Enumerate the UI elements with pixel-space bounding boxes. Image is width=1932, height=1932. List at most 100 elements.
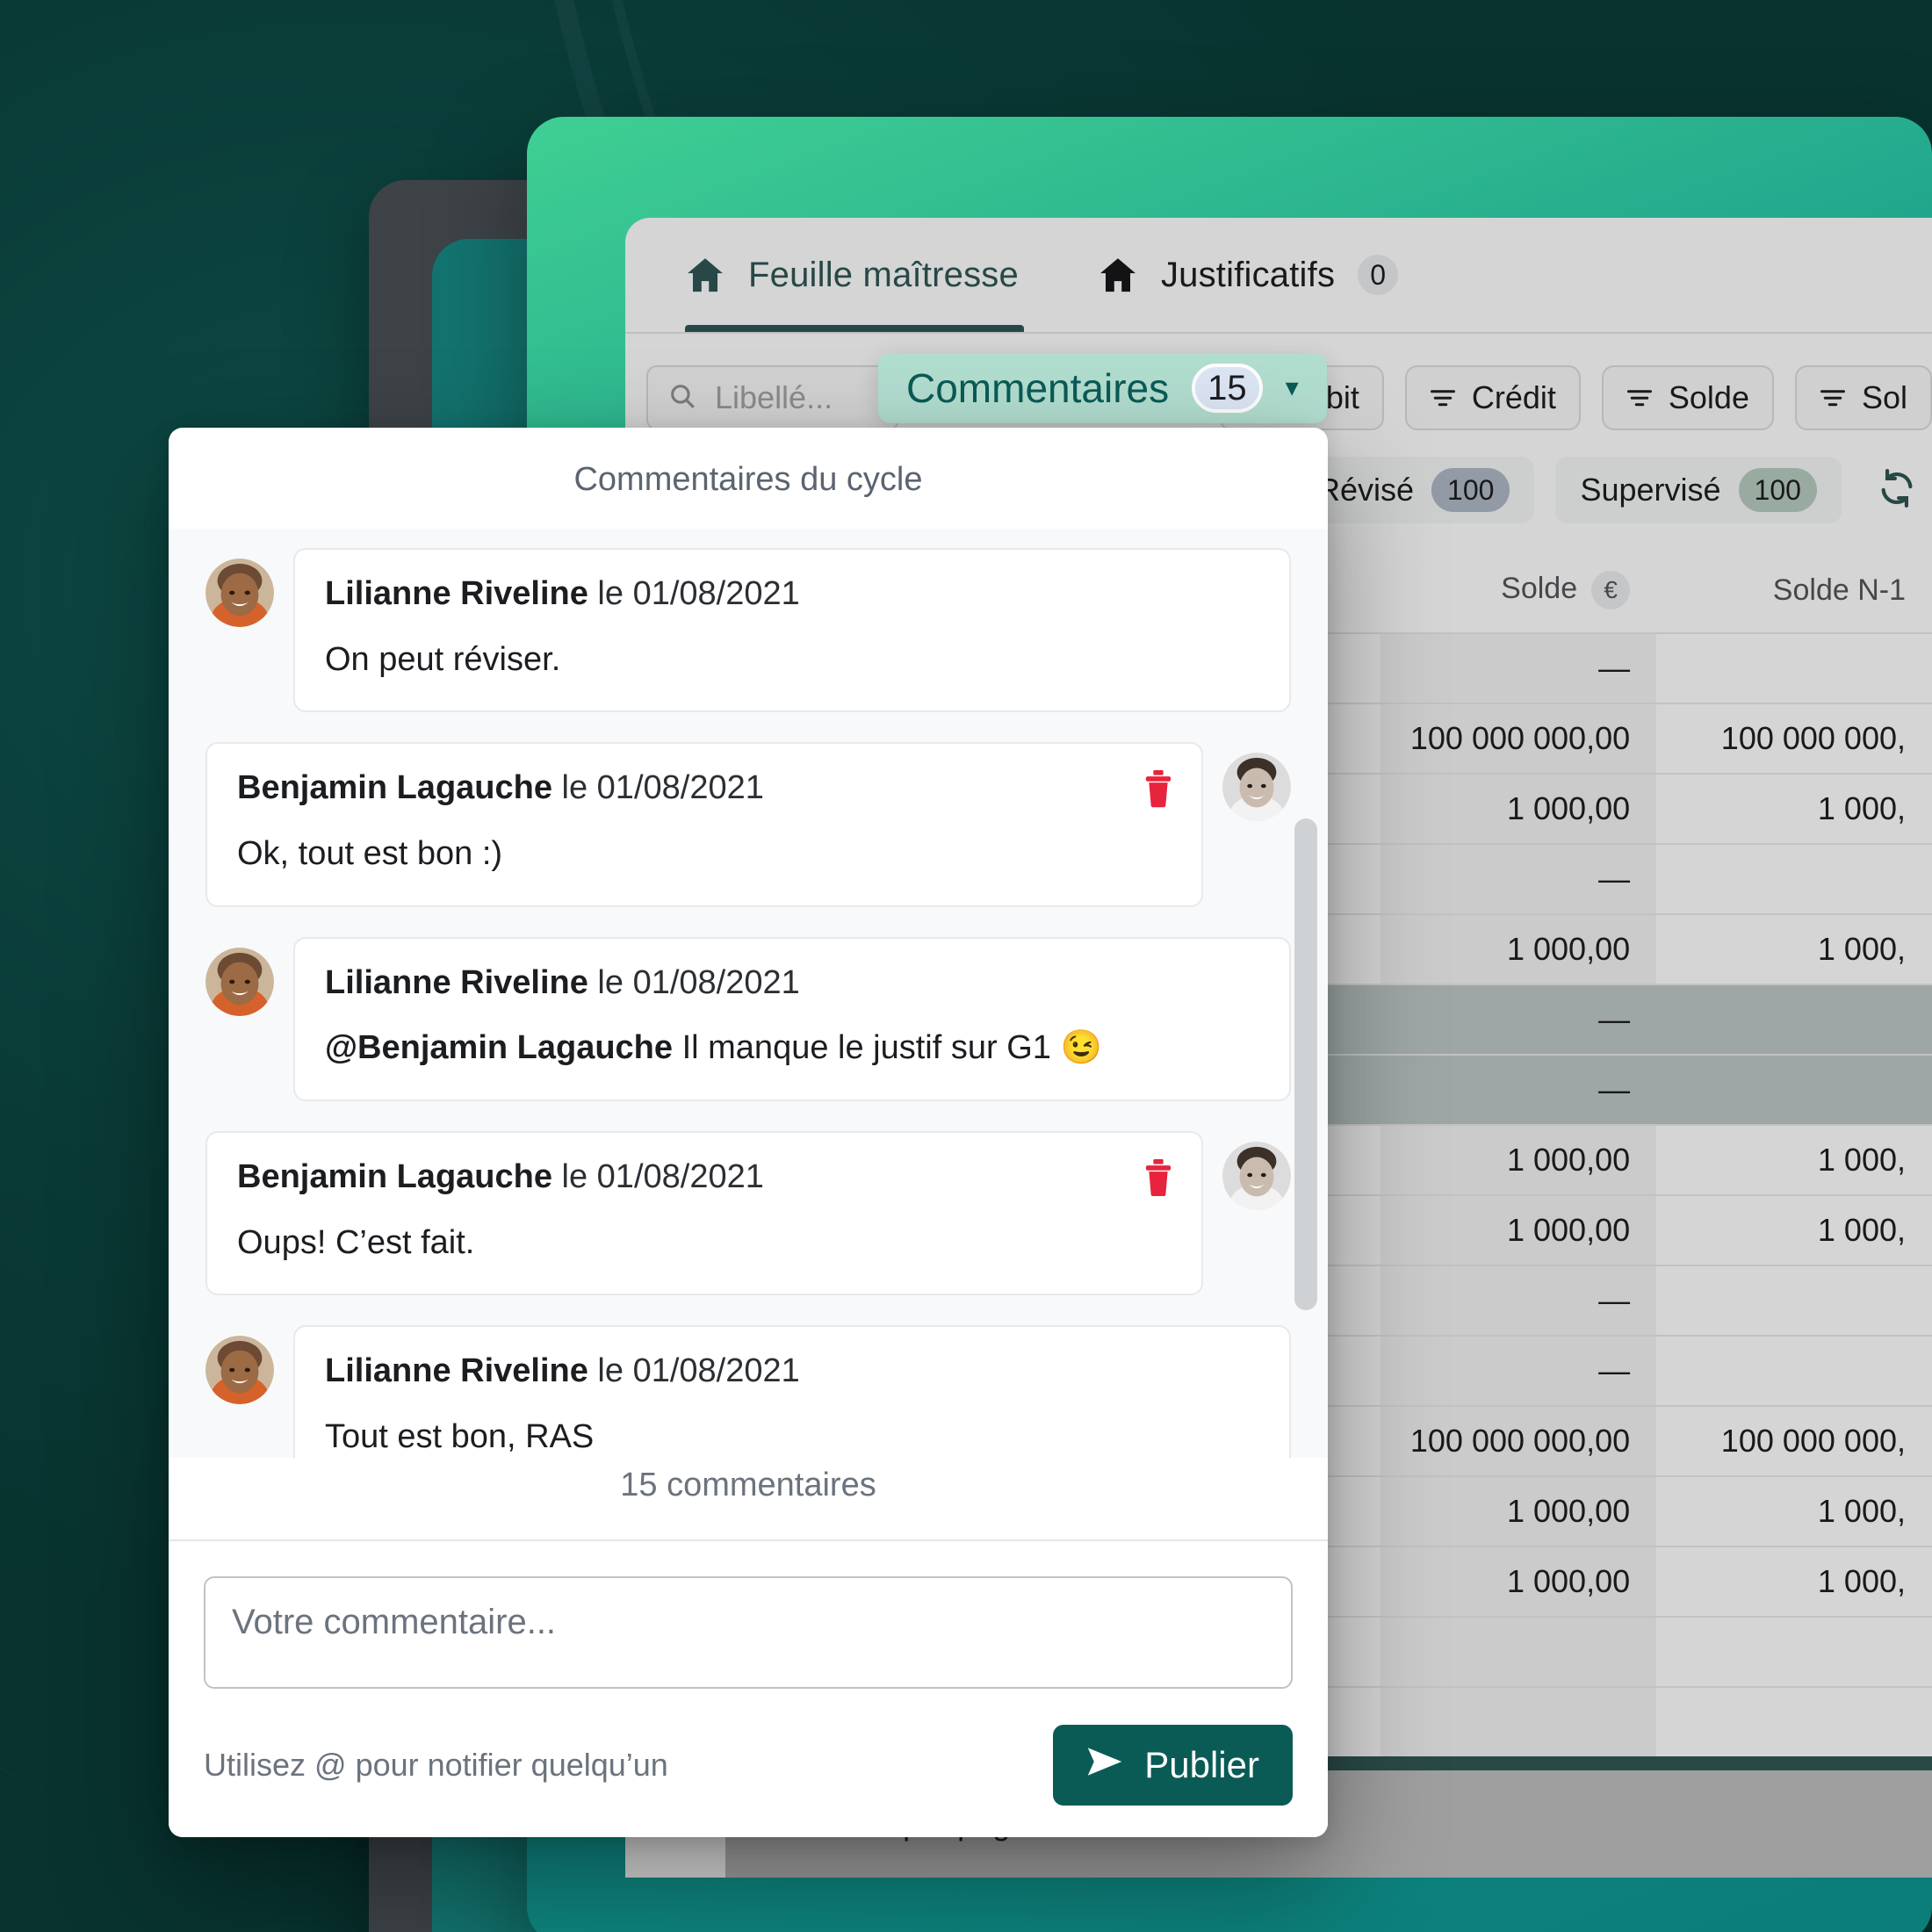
tab-bar: Feuille maîtresse Justificatifs 0 <box>625 218 1932 332</box>
table-cell-solde: 1 000,00 <box>1381 1124 1657 1195</box>
filter-chip-solde-n1[interactable]: Sol <box>1794 365 1932 430</box>
filter-chip-label: Solde <box>1668 379 1749 415</box>
comment-date: le 01/08/2021 <box>551 769 764 807</box>
trash-icon[interactable] <box>1143 1158 1173 1197</box>
comment-bubble: Lilianne Riveline le 01/08/2021 On peut r… <box>293 548 1291 713</box>
comment-body: On peut réviser. <box>325 640 561 678</box>
table-cell-solde-n1 <box>1656 1686 1932 1756</box>
avatar-benjamin <box>1222 1141 1291 1210</box>
comment-body: @Benjamin Lagauche Il manque le justif s… <box>325 1029 1102 1067</box>
table-cell-solde-n1: 1 000, <box>1656 1475 1932 1546</box>
table-cell-solde: 1 000,00 <box>1381 1475 1657 1546</box>
table-cell-solde: 1 000,00 <box>1381 913 1657 984</box>
table-cell-solde-n1: 1 000, <box>1656 1546 1932 1617</box>
table-cell-solde <box>1381 1616 1657 1687</box>
tab-badge-count: 0 <box>1358 255 1399 295</box>
table-cell-solde: — <box>1381 1054 1657 1125</box>
comment-input[interactable] <box>204 1576 1293 1689</box>
scrollbar-thumb[interactable] <box>1294 818 1317 1310</box>
tab-feuille-maitresse[interactable]: Feuille maîtresse <box>685 218 1024 332</box>
avatar-lilianne <box>205 559 274 627</box>
comments-count-label: 15 commentaires <box>620 1467 876 1503</box>
comment-item: Benjamin Lagauche le 01/08/2021 Ok, tout … <box>205 742 1291 907</box>
table-cell-solde-n1: 100 000 000, <box>1656 703 1932 774</box>
comment-body: Tout est bon, RAS <box>325 1417 595 1455</box>
comment-mention[interactable]: @Benjamin Lagauche <box>325 1029 673 1066</box>
home-icon <box>1098 255 1138 295</box>
comment-author: Benjamin Lagauche <box>237 1157 552 1195</box>
home-icon <box>685 255 725 295</box>
status-badge-count: 100 <box>1738 468 1817 512</box>
status-badge-count: 100 <box>1431 468 1510 512</box>
filter-icon <box>1626 379 1653 416</box>
filter-chip-label: Crédit <box>1471 379 1556 415</box>
comment-author: Lilianne Riveline <box>325 1352 588 1390</box>
refresh-icon[interactable] <box>1877 468 1917 513</box>
table-cell-solde-n1 <box>1656 843 1932 914</box>
comment-date: le 01/08/2021 <box>588 575 800 612</box>
table-cell-solde: — <box>1381 632 1657 703</box>
comment-date: le 01/08/2021 <box>588 963 800 1001</box>
table-cell-solde: — <box>1381 984 1657 1055</box>
avatar-lilianne <box>205 1336 274 1405</box>
table-header-solde[interactable]: Solde € <box>1381 559 1656 633</box>
table-cell-solde-n1 <box>1656 1616 1932 1687</box>
table-cell-solde: — <box>1381 1265 1657 1336</box>
filter-chip-solde[interactable]: Solde <box>1601 365 1774 430</box>
comment-item: Benjamin Lagauche le 01/08/2021 Oups! C’e… <box>205 1130 1291 1296</box>
trash-icon[interactable] <box>1143 770 1173 808</box>
comments-list[interactable]: Lilianne Riveline le 01/08/2021 On peut r… <box>169 529 1328 1458</box>
comment-body: Oups! C’est fait. <box>237 1223 475 1261</box>
filter-icon <box>1430 379 1456 416</box>
table-cell-solde-n1 <box>1656 984 1932 1055</box>
search-icon <box>667 381 697 415</box>
table-cell-solde-n1 <box>1656 1335 1932 1406</box>
comment-bubble: Benjamin Lagauche le 01/08/2021 Ok, tout … <box>205 742 1203 907</box>
table-cell-solde: 100 000 000,00 <box>1381 703 1657 774</box>
comment-header: Lilianne Riveline le 01/08/2021 <box>325 575 1259 613</box>
chevron-down-icon[interactable]: ▾ <box>1286 375 1299 401</box>
table-header-label: Solde <box>1501 571 1578 605</box>
table-cell-solde-n1 <box>1656 1054 1932 1125</box>
comments-modal: Commentaires du cycle Lilianne Riveline … <box>169 428 1328 1837</box>
table-cell-solde-n1: 1 000, <box>1656 773 1932 844</box>
status-chip-supervise[interactable]: Supervisé 100 <box>1555 457 1842 523</box>
filter-icon <box>1820 379 1846 416</box>
comment-author: Benjamin Lagauche <box>237 769 552 807</box>
filter-chip-credit[interactable]: Crédit <box>1404 365 1581 430</box>
comment-item: Lilianne Riveline le 01/08/2021 On peut r… <box>205 548 1291 713</box>
publish-button[interactable]: Publier <box>1053 1725 1293 1806</box>
comments-dropdown-button[interactable]: Commentaires 15 ▾ <box>878 353 1327 423</box>
comment-author: Lilianne Riveline <box>325 963 588 1001</box>
comment-date: le 01/08/2021 <box>588 1352 800 1390</box>
status-chip-revise[interactable]: Révisé 100 <box>1293 457 1535 523</box>
table-cell-solde-n1: 1 000, <box>1656 1194 1932 1265</box>
modal-title: Commentaires du cycle <box>573 461 923 498</box>
table-cell-solde-n1: 1 000, <box>1656 1124 1932 1195</box>
table-header-label: Solde N-1 <box>1772 573 1906 607</box>
comment-bubble: Benjamin Lagauche le 01/08/2021 Oups! C’e… <box>205 1130 1203 1296</box>
avatar-benjamin <box>1222 753 1291 822</box>
table-cell-solde: 1 000,00 <box>1381 1546 1657 1617</box>
comment-header: Benjamin Lagauche le 01/08/2021 <box>237 769 1122 807</box>
table-cell-solde: — <box>1381 843 1657 914</box>
comment-header: Lilianne Riveline le 01/08/2021 <box>325 1352 1259 1390</box>
table-cell-solde: 100 000 000,00 <box>1381 1405 1657 1476</box>
table-header-solde-n1[interactable]: Solde N-1 <box>1656 559 1932 633</box>
avatar-lilianne <box>205 947 274 1016</box>
comment-author: Lilianne Riveline <box>325 575 588 612</box>
comment-body: Ok, tout est bon :) <box>237 835 503 873</box>
table-cell-solde: — <box>1381 1335 1657 1406</box>
table-cell-solde: 1 000,00 <box>1381 773 1657 844</box>
comment-bubble: Lilianne Riveline le 01/08/2021 @Benjamin… <box>293 936 1291 1101</box>
table-cell-solde-n1: 100 000 000, <box>1656 1405 1932 1476</box>
tab-justificatifs[interactable]: Justificatifs 0 <box>1098 218 1399 332</box>
euro-icon: € <box>1591 571 1631 609</box>
filter-chip-label: Sol <box>1861 379 1907 415</box>
search-input[interactable]: Libellé... <box>646 365 899 430</box>
tab-label: Feuille maîtresse <box>748 255 1019 294</box>
comment-header: Benjamin Lagauche le 01/08/2021 <box>237 1157 1122 1196</box>
status-chip-label: Révisé <box>1317 472 1415 508</box>
table-cell-solde-n1 <box>1656 632 1932 703</box>
comment-bubble: Lilianne Riveline le 01/08/2021 Tout est … <box>293 1325 1291 1458</box>
